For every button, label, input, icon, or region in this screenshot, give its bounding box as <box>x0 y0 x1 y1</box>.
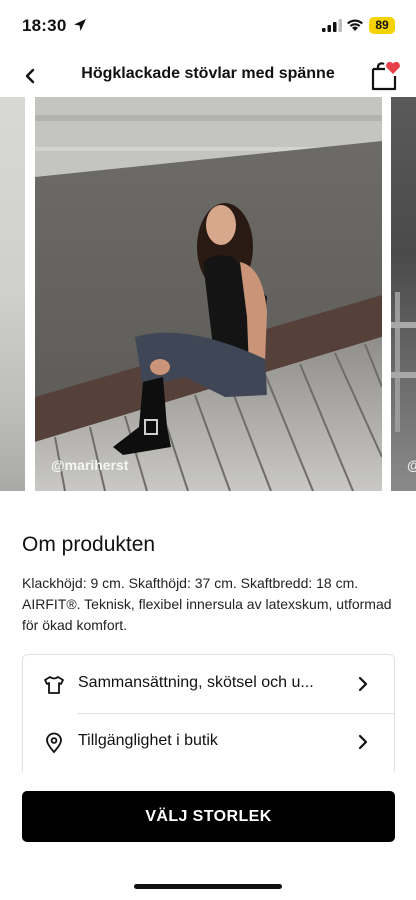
about-title: Om produkten <box>22 533 156 556</box>
next-image-credit: @ <box>407 457 416 473</box>
chevron-right-icon <box>358 676 368 692</box>
composition-care-label: Sammansättning, skötsel och u... <box>78 674 314 691</box>
location-arrow-icon <box>74 19 86 31</box>
info-list: Sammansättning, skötsel och u... Tillgän… <box>22 654 395 772</box>
about-description: Klackhöjd: 9 cm. Skafthöjd: 37 cm. Skaft… <box>22 575 392 633</box>
tshirt-icon <box>44 676 64 694</box>
battery-level: 89 <box>375 18 389 32</box>
railing <box>391 292 416 432</box>
shopping-bag-button[interactable] <box>368 58 402 92</box>
chevron-right-icon <box>358 734 368 750</box>
wifi-icon <box>347 19 363 31</box>
battery-icon: 89 <box>369 17 395 34</box>
signal-icon <box>322 19 342 32</box>
composition-care-row[interactable]: Sammansättning, skötsel och u... <box>23 655 394 713</box>
home-indicator[interactable] <box>134 884 282 889</box>
location-pin-icon <box>46 732 62 754</box>
previous-product-image[interactable] <box>0 97 25 491</box>
back-button[interactable] <box>16 62 44 90</box>
store-availability-label: Tillgänglighet i butik <box>78 732 218 749</box>
image-carousel[interactable] <box>0 97 416 492</box>
select-size-button[interactable]: VÄLJ STORLEK <box>22 791 395 842</box>
image-credit: @mariherst <box>51 457 129 473</box>
status-bar: 18:30 89 <box>0 0 416 52</box>
status-time: 18:30 <box>22 16 67 35</box>
header: Högklackade stövlar med spänne <box>0 52 416 98</box>
store-availability-row[interactable]: Tillgänglighet i butik <box>23 713 394 771</box>
product-image[interactable] <box>35 97 382 491</box>
chevron-left-icon <box>25 68 35 84</box>
heart-icon <box>386 61 400 74</box>
page-title: Högklackade stövlar med spänne <box>81 65 335 82</box>
